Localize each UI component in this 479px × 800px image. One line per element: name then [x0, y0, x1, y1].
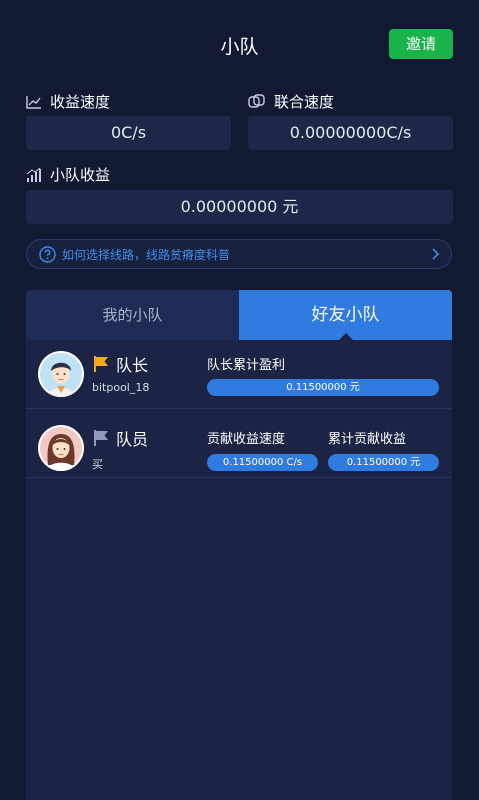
- route-help-text: 如何选择线路，线路贫瘠度科普: [62, 247, 231, 262]
- member-role-row: 队员: [92, 426, 148, 450]
- bar-chart-icon: [26, 167, 42, 183]
- member-role: 队长: [116, 356, 149, 375]
- earn-speed-label: 收益速度: [50, 93, 111, 111]
- union-speed-value: 0.00000000C/s: [248, 116, 453, 150]
- help-circle-icon: [39, 245, 56, 263]
- flag-icon: [92, 355, 110, 373]
- line-chart-icon: [26, 95, 42, 109]
- captain-total-profit-value: 0.11500000 元: [207, 379, 439, 396]
- member-row-member[interactable]: 队员 买 贡献收益速度 0.11500000 C/s 累计贡献收益 0.1150…: [26, 409, 452, 478]
- route-help-banner[interactable]: 如何选择线路，线路贫瘠度科普: [26, 239, 452, 269]
- header: 小队 邀请: [0, 0, 479, 88]
- avatar: [38, 351, 84, 397]
- member-username: 买: [92, 458, 103, 471]
- team-tabs: 我的小队 好友小队: [26, 290, 452, 340]
- flag-icon: [92, 429, 110, 447]
- avatar: [38, 425, 84, 471]
- earn-speed-label-row: 收益速度: [26, 91, 110, 112]
- overlap-circles-icon: [248, 93, 266, 110]
- team-earnings-value: 0.00000000 元: [26, 190, 453, 224]
- total-contribution-value: 0.11500000 元: [328, 454, 439, 471]
- union-speed-label: 联合速度: [274, 93, 335, 111]
- total-contribution-label: 累计贡献收益: [328, 432, 407, 447]
- tab-my-team[interactable]: 我的小队: [26, 290, 239, 340]
- captain-total-profit-label: 队长累计盈利: [207, 358, 286, 373]
- member-username: bitpool_18: [92, 381, 150, 394]
- chevron-right-icon: [431, 248, 439, 260]
- invite-button[interactable]: 邀请: [389, 29, 453, 59]
- member-role-row: 队长: [92, 352, 148, 376]
- member-row-captain[interactable]: 队长 bitpool_18 队长累计盈利 0.11500000 元: [26, 340, 452, 409]
- union-speed-label-row: 联合速度: [248, 91, 334, 112]
- team-earnings-label-row: 小队收益: [26, 164, 110, 185]
- earn-speed-value: 0C/s: [26, 116, 231, 150]
- team-earnings-label: 小队收益: [50, 166, 111, 184]
- member-role: 队员: [116, 430, 149, 449]
- tab-friend-team[interactable]: 好友小队: [239, 290, 452, 340]
- team-panel: 我的小队 好友小队 队长 bitpool_18 队长累计盈利 0.1150000…: [26, 290, 452, 800]
- contribution-speed-label: 贡献收益速度: [207, 432, 286, 447]
- contribution-speed-value: 0.11500000 C/s: [207, 454, 318, 471]
